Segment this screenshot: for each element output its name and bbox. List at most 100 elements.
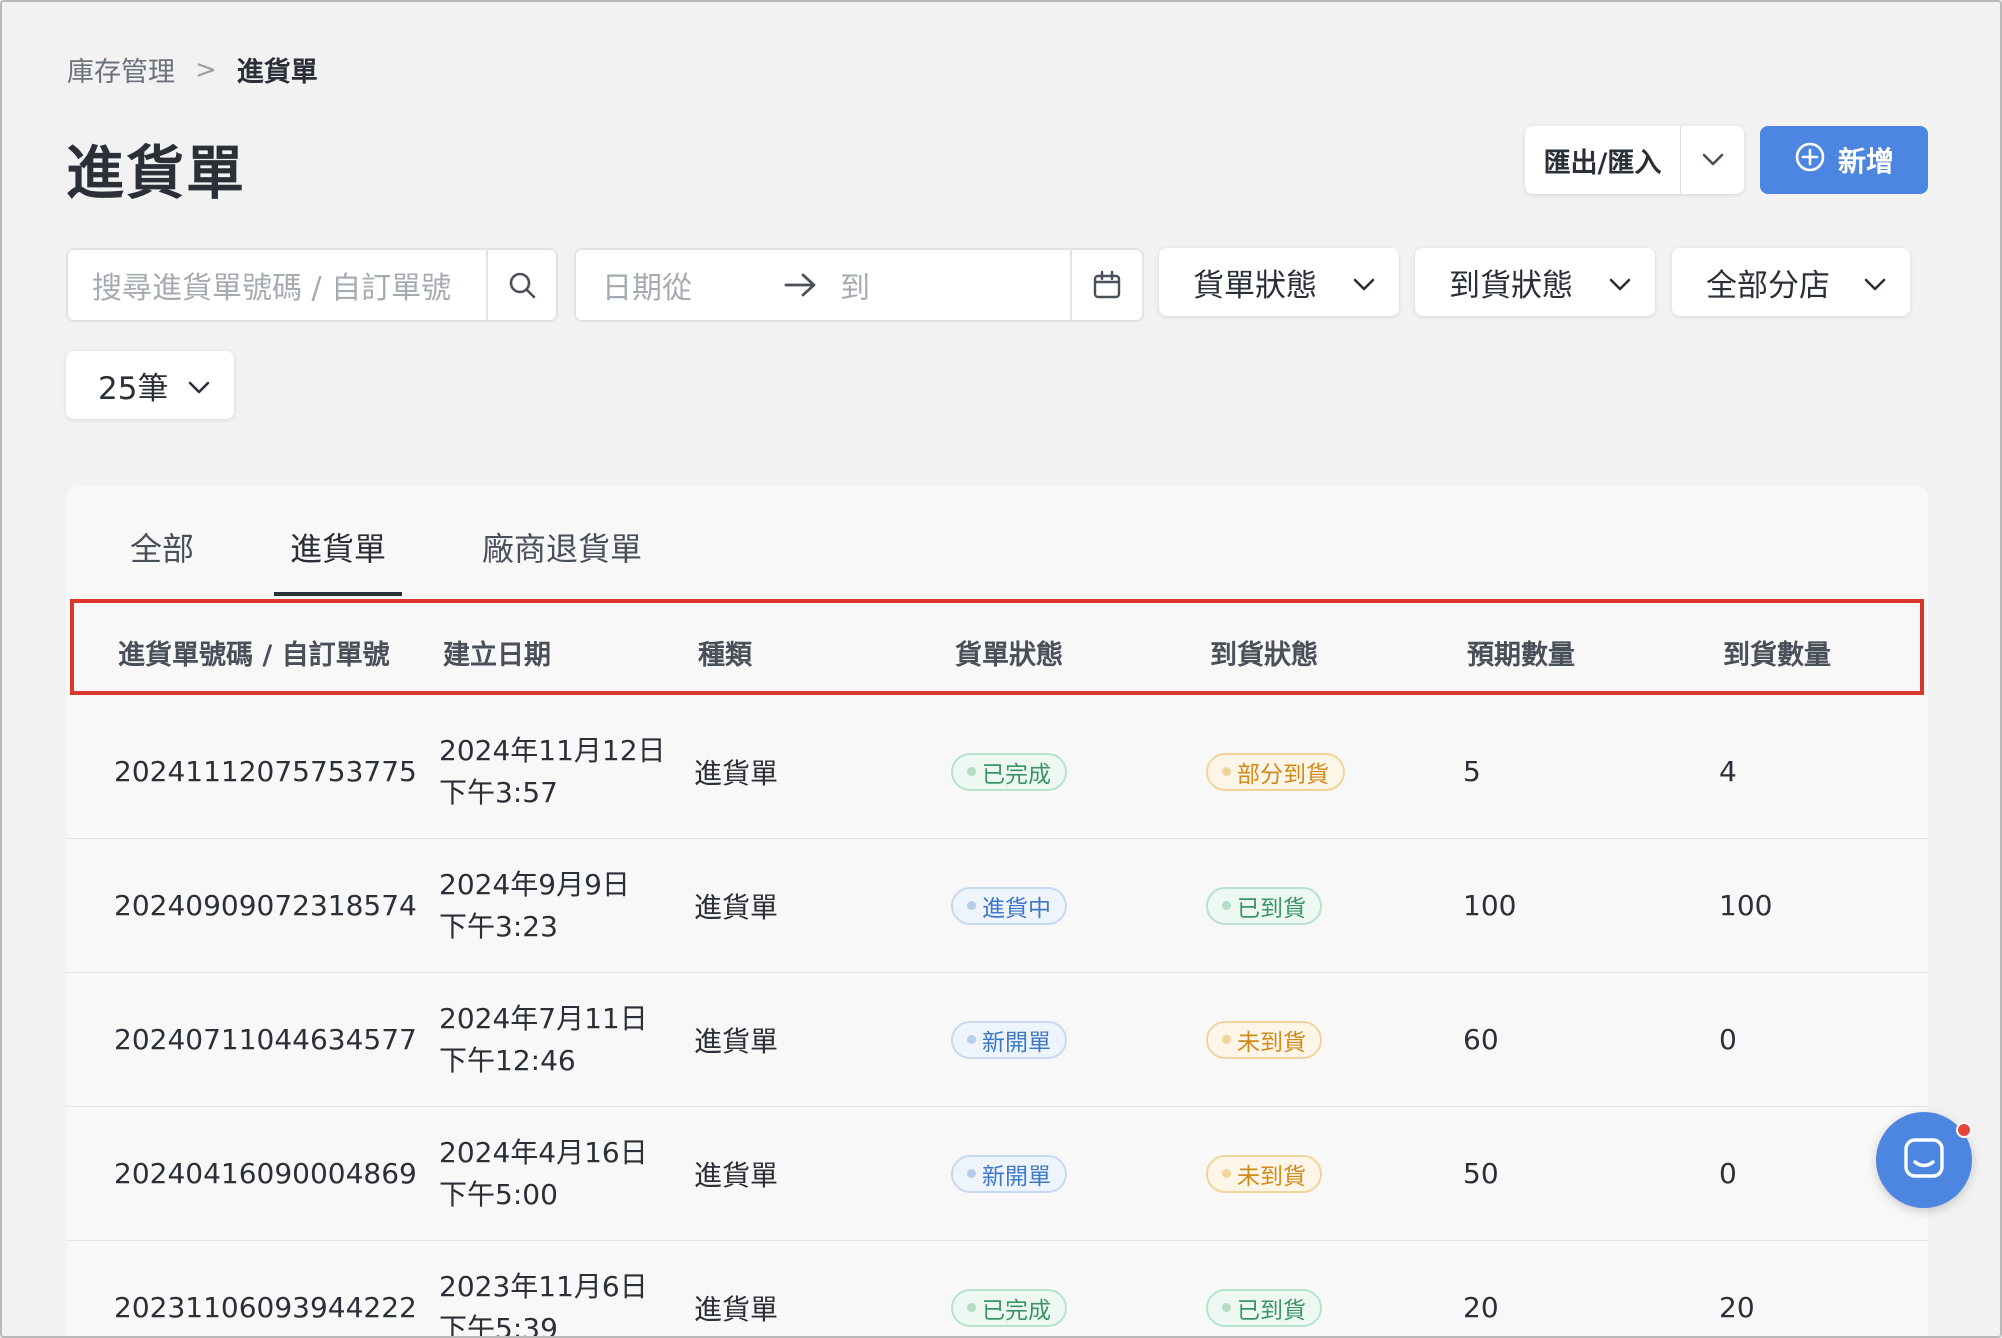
export-import-button[interactable]: 匯出/匯入 <box>1525 126 1744 194</box>
status-dot <box>967 901 976 910</box>
page-size-select[interactable]: 25筆 <box>66 351 234 419</box>
received-qty: 20 <box>1719 1291 1755 1324</box>
expected-qty: 100 <box>1463 889 1517 922</box>
received-qty: 100 <box>1719 889 1773 922</box>
search-field[interactable]: 搜尋進貨單號碼 / 自訂單號 <box>66 248 558 322</box>
created-date: 2023年11月6日 下午5:39 <box>439 1266 648 1338</box>
order-type: 進貨單 <box>694 1158 779 1192</box>
column-header-received-qty[interactable]: 到貨數量 <box>1723 633 1831 672</box>
expected-qty: 60 <box>1463 1023 1499 1056</box>
order-type: 進貨單 <box>694 1024 779 1058</box>
arrival-status-label: 到貨狀態 <box>1449 267 1573 304</box>
breadcrumb-root[interactable]: 庫存管理 <box>67 50 175 89</box>
order-number: 20241112075753775 <box>114 755 417 788</box>
created-date: 2024年4月16日 下午5:00 <box>439 1132 648 1216</box>
date-from-input[interactable]: 日期從 <box>576 263 776 307</box>
breadcrumb-current: 進貨單 <box>236 57 318 88</box>
search-icon[interactable] <box>486 250 556 320</box>
badge-text: 未到貨 <box>1237 1163 1306 1190</box>
tab-all[interactable]: 全部 <box>130 524 194 570</box>
table-row[interactable]: 20240711044634577 2024年7月11日 下午12:46 進貨單 … <box>66 973 1928 1107</box>
time-text: 下午3:23 <box>439 909 558 943</box>
chevron-down-icon <box>188 367 210 403</box>
page-title: 進貨單 <box>66 139 247 207</box>
table-row[interactable]: 20241112075753775 2024年11月12日 下午3:57 進貨單 … <box>66 705 1928 839</box>
status-dot <box>1222 767 1231 776</box>
badge-text: 已到貨 <box>1237 1297 1306 1324</box>
add-button[interactable]: 新增 <box>1760 126 1928 194</box>
plus-circle-icon <box>1794 141 1826 180</box>
table-header: 進貨單號碼 / 自訂單號 建立日期 種類 貨單狀態 到貨狀態 預期數量 到貨數量 <box>70 599 1924 695</box>
time-text: 下午5:00 <box>439 1177 558 1211</box>
branch-select[interactable]: 全部分店 <box>1672 248 1910 316</box>
date-text: 2024年7月11日 <box>439 1001 648 1035</box>
column-header-expected-qty[interactable]: 預期數量 <box>1467 633 1575 672</box>
date-to-input[interactable]: 到 <box>826 263 1070 307</box>
chevron-down-icon <box>1353 264 1375 300</box>
badge-text: 新開單 <box>982 1029 1051 1056</box>
export-import-label: 匯出/匯入 <box>1543 147 1662 179</box>
arrival-status-select[interactable]: 到貨狀態 <box>1415 248 1655 316</box>
order-number: 20240416090004869 <box>114 1157 417 1190</box>
order-type: 進貨單 <box>694 756 779 790</box>
expected-qty: 20 <box>1463 1291 1499 1324</box>
status-dot <box>1222 1303 1231 1312</box>
column-header-order-number[interactable]: 進貨單號碼 / 自訂單號 <box>118 633 390 672</box>
arrival-status-badge: 未到貨 <box>1206 1154 1322 1193</box>
notification-dot <box>1956 1122 1972 1138</box>
arrival-status-badge: 已到貨 <box>1206 886 1322 925</box>
column-header-type[interactable]: 種類 <box>698 633 752 672</box>
chevron-down-icon[interactable] <box>1681 153 1744 167</box>
column-header-arrival-status[interactable]: 到貨狀態 <box>1210 633 1318 672</box>
badge-text: 部分到貨 <box>1237 761 1329 788</box>
status-dot <box>967 1303 976 1312</box>
status-dot <box>967 1035 976 1044</box>
branch-label: 全部分店 <box>1706 267 1830 304</box>
time-text: 下午3:57 <box>439 775 558 809</box>
badge-text: 已完成 <box>982 1297 1051 1324</box>
table-row[interactable]: 20231106093944222 2023年11月6日 下午5:39 進貨單 已… <box>66 1241 1928 1338</box>
date-range-field[interactable]: 日期從 到 <box>574 248 1144 322</box>
breadcrumb: 庫存管理 > 進貨單 <box>67 50 318 89</box>
chevron-down-icon <box>1609 264 1631 300</box>
order-number: 20240909072318574 <box>114 889 417 922</box>
badge-text: 已完成 <box>982 761 1051 788</box>
created-date: 2024年9月9日 下午3:23 <box>439 864 630 948</box>
received-qty: 0 <box>1719 1023 1737 1056</box>
order-status-badge: 已完成 <box>951 1288 1067 1327</box>
created-date: 2024年11月12日 下午3:57 <box>439 730 666 814</box>
orders-card: 全部 進貨單 廠商退貨單 進貨單號碼 / 自訂單號 建立日期 種類 貨單狀態 到… <box>66 486 1928 1338</box>
received-qty: 4 <box>1719 755 1737 788</box>
status-dot <box>967 767 976 776</box>
arrival-status-badge: 已到貨 <box>1206 1288 1322 1327</box>
order-status-badge: 已完成 <box>951 752 1067 791</box>
table-row[interactable]: 20240416090004869 2024年4月16日 下午5:00 進貨單 新… <box>66 1107 1928 1241</box>
created-date: 2024年7月11日 下午12:46 <box>439 998 648 1082</box>
badge-text: 新開單 <box>982 1163 1051 1190</box>
order-status-select[interactable]: 貨單狀態 <box>1159 248 1399 316</box>
date-text: 2024年4月16日 <box>439 1135 648 1169</box>
tab-vendor-returns[interactable]: 廠商退貨單 <box>482 524 642 570</box>
chevron-down-icon <box>1864 264 1886 300</box>
status-dot <box>1222 901 1231 910</box>
order-type: 進貨單 <box>694 890 779 924</box>
order-status-badge: 新開單 <box>951 1020 1067 1059</box>
chat-icon <box>1902 1136 1946 1184</box>
arrival-status-badge: 未到貨 <box>1206 1020 1322 1059</box>
time-text: 下午5:39 <box>439 1311 558 1338</box>
tab-purchase-orders[interactable]: 進貨單 <box>290 524 386 570</box>
arrow-right-icon <box>776 272 826 298</box>
column-header-created-date[interactable]: 建立日期 <box>443 633 551 672</box>
column-header-order-status[interactable]: 貨單狀態 <box>955 633 1063 672</box>
table-row[interactable]: 20240909072318574 2024年9月9日 下午3:23 進貨單 進貨… <box>66 839 1928 973</box>
badge-text: 未到貨 <box>1237 1029 1306 1056</box>
active-tab-indicator <box>274 592 402 596</box>
search-input[interactable]: 搜尋進貨單號碼 / 自訂單號 <box>68 263 486 307</box>
badge-text: 已到貨 <box>1237 895 1306 922</box>
time-text: 下午12:46 <box>439 1043 576 1077</box>
order-status-badge: 進貨中 <box>951 886 1067 925</box>
order-status-label: 貨單狀態 <box>1193 267 1317 304</box>
calendar-icon[interactable] <box>1070 250 1142 320</box>
order-number: 20231106093944222 <box>114 1291 417 1324</box>
add-button-label: 新增 <box>1837 145 1894 178</box>
